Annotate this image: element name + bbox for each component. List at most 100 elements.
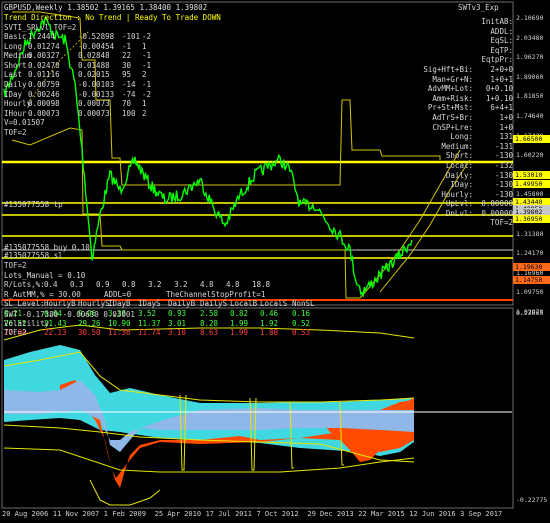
left-table-cell: 0.02470 — [28, 60, 60, 70]
right-panel-row: Amm+Risk: 1+0.10 — [418, 94, 513, 104]
right-panel-value: -130 — [494, 180, 513, 190]
left-table-cell: 2 — [142, 70, 147, 80]
bottom-channel-stop: TheChannelStopProfit=1 — [166, 289, 266, 299]
right-panel-label: Medium: — [441, 141, 473, 151]
sl-header-cell: LocalS — [260, 299, 288, 309]
sub-volatility-label: Volatility — [4, 319, 50, 328]
right-panel-row: AdTrS+Br: 1+0 — [418, 113, 513, 123]
left-table-cell: -101 — [122, 32, 141, 41]
x-axis-label: 1 Feb 2009 — [103, 510, 146, 518]
left-table-row: Short 0.02470 0.01488 30 -1 — [4, 60, 151, 71]
right-panel-label: Long: — [450, 132, 473, 142]
order-sl-label[interactable]: #135077558 sl — [4, 251, 63, 260]
left-table-cell: Last — [4, 70, 23, 80]
right-panel-label: Short: — [445, 151, 473, 161]
sl-header-cell: IDayB — [108, 299, 131, 309]
left-table-cell: -1 — [142, 60, 152, 70]
left-table: Basic 1.2444 -0.52898 -101 -2 Long 0.01274 -0.0… — [4, 32, 151, 138]
left-table-cell: 2 — [142, 108, 147, 118]
svl-header: SVTI_SRLvl_TOF=2 — [4, 23, 77, 32]
price-scale-label: 1.31380 — [516, 229, 544, 238]
left-table-cell: Short — [4, 60, 27, 70]
left-table-cell: IDay — [4, 89, 23, 99]
left-table-cell: -0.00133 — [78, 89, 115, 99]
sl-cell: 8.28 — [200, 318, 219, 328]
bottom-automm: R_AutMM,% = 30.00 — [4, 289, 81, 299]
left-table-cell: -1 — [142, 51, 152, 61]
sl-header-cell: LocalB — [230, 299, 258, 309]
right-panel-row: EqSL: — [418, 36, 513, 46]
right-panel-value: -130 — [494, 151, 513, 161]
x-axis-label: 22 Mar 2015 — [358, 510, 405, 518]
left-table-cell: 1 — [142, 99, 147, 109]
left-table-cell: -0.00103 — [78, 79, 115, 89]
sl-header-row: SL_Level: HourlyB HourlyS IDayB IDayS DailyB D… — [4, 299, 315, 309]
sl-cell: 1.88 — [260, 328, 279, 338]
left-table-cell: -2 — [142, 32, 152, 41]
right-panel-label: Sig+Hft+Bi: — [423, 64, 473, 74]
price-series-line — [3, 16, 413, 299]
left-table-cell: 0.01274 — [28, 41, 60, 51]
price-scale-label: 1.81850 — [516, 92, 544, 101]
sl-cell: 1.99 — [230, 328, 249, 338]
right-panel-row: DnLvl: 0.00000 — [418, 209, 513, 219]
sl-header-cell: DailyS — [200, 299, 228, 309]
order-tp-label[interactable]: #135077558 tp — [4, 200, 63, 209]
right-panel-row: Medium: -131 — [418, 142, 513, 152]
sl-cell: 0.53 — [292, 328, 311, 338]
right-panel-label: Man+Gr+N: — [432, 74, 473, 84]
right-panel-row: TOF=2 — [418, 218, 513, 228]
rlots-value: 18.8 — [252, 280, 271, 290]
left-table-rows: Basic 1.2444 -0.52898 -101 -2 Long 0.01274 -0.0… — [4, 32, 151, 118]
right-panel-row: IDay: -130 — [418, 180, 513, 190]
price-scale-label: 2.03480 — [516, 33, 544, 42]
price-scale-label: 1.89060 — [516, 72, 544, 81]
left-table-cell: 0.00246 — [28, 89, 60, 99]
left-table-cell: 0.00073 — [78, 108, 110, 118]
right-panel-label: DnLvl: — [445, 208, 473, 218]
left-table-cell: 0.01116 — [28, 70, 60, 80]
right-panel-value: 1+0 — [499, 112, 513, 122]
sl-cell: 3.10 — [168, 328, 187, 338]
rlots-value: 4.8 — [226, 280, 240, 290]
right-panel-label: AdTrS+Br: — [432, 112, 473, 122]
sl-cell: 0.93 — [168, 308, 187, 318]
right-panel-row: Man+Gr+N: 1+0+1 — [418, 75, 513, 85]
left-table-cell: 0.00759 — [28, 79, 60, 89]
right-panel-value: 0.00000 — [481, 199, 513, 209]
rlots-label: R/Lots,%: — [4, 280, 45, 290]
right-panel-value: 2+0+0 — [490, 64, 513, 74]
right-panel-label: InitAB: — [481, 17, 513, 26]
x-axis-label: 20 Aug 2006 — [2, 510, 49, 518]
bottom-mm-row: R_AutMM,% = 30.00 ADDL=0 TheChannelStopP… — [4, 289, 265, 300]
trend-status: Trend Direction : No Trend | Ready To Tr… — [4, 13, 221, 22]
price-scale-label: 1.09750 — [516, 288, 544, 297]
right-panel-row: Pr+St+Mst: 6+4+1 — [418, 103, 513, 113]
left-table-cell: 1.2444 — [28, 32, 56, 41]
rlots-value: 3.2 — [148, 280, 162, 290]
x-axis-label: 29 Dec 2013 — [307, 510, 354, 518]
price-tag: 1.53010 — [513, 171, 550, 180]
price-scale-label: 1.60220 — [516, 151, 544, 160]
left-table-row: Hourly 0.00098 0.00073 70 1 — [4, 99, 147, 109]
right-panel-label: AdvMM+Lot: — [427, 84, 473, 94]
sl-cell: 11.37 — [138, 318, 161, 328]
right-panel-label: EqtpPr: — [481, 55, 513, 65]
x-axis-label: 12 Jun 2016 — [409, 510, 456, 518]
sub-scale-bottom: -0.22775 — [516, 496, 548, 504]
sl-cell: 22.13 — [44, 328, 67, 338]
left-table-v: V=0.01507 — [4, 118, 45, 128]
sl-header-cell: SL_Level: — [4, 299, 45, 309]
sl-cell: 8.63 — [200, 328, 219, 338]
sl-header-cell: DailyB — [168, 299, 196, 309]
sl-cell: 11.36 — [108, 328, 131, 338]
right-panel-row: Hourly: -130 — [418, 190, 513, 200]
right-panel-row: Sig+Hft+Bi: 2+0+0 — [418, 65, 513, 75]
left-table-cell: Long — [4, 41, 23, 51]
indicator-name: SWTv3_Exp — [458, 3, 499, 12]
right-panel-label: EqTP: — [490, 45, 513, 55]
right-panel-label: ChSP+Lre: — [432, 122, 473, 132]
sl-cell: 1.99 — [230, 318, 249, 328]
left-table-cell: 0.00098 — [28, 99, 60, 109]
left-table-cell: 95 — [122, 70, 132, 80]
